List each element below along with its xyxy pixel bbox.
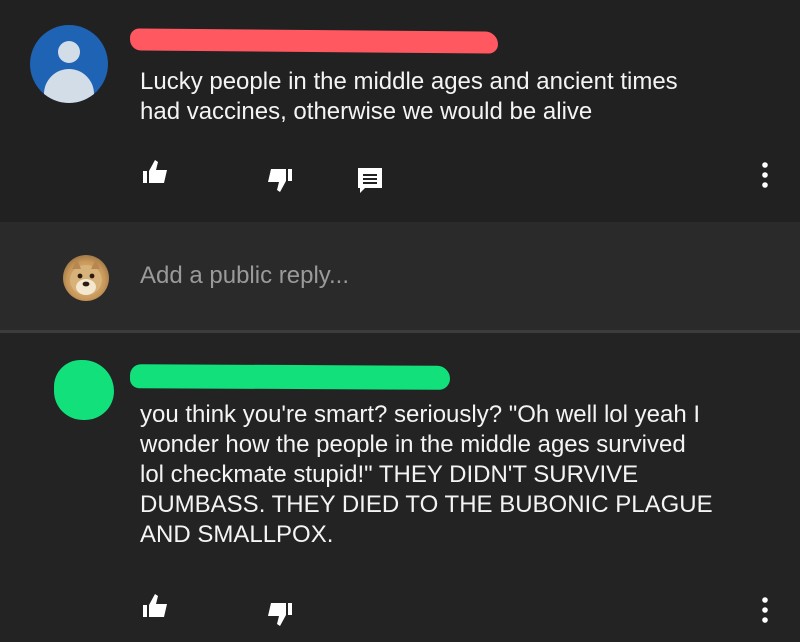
redacted-username (129, 364, 451, 390)
reply-icon[interactable] (355, 165, 385, 195)
dislike-icon[interactable] (265, 599, 295, 629)
like-icon[interactable] (140, 591, 170, 621)
avatar-head (58, 41, 80, 63)
user-avatar[interactable] (63, 255, 109, 301)
comment-reply: you think you're smart? seriously? "Oh w… (0, 333, 800, 642)
redacted-avatar[interactable] (54, 360, 114, 420)
dislike-icon[interactable] (265, 165, 295, 195)
reply-input[interactable]: Add a public reply... (140, 262, 349, 290)
like-icon[interactable] (140, 157, 170, 187)
avatar-body (44, 69, 94, 103)
more-options-icon[interactable] (750, 160, 780, 190)
default-avatar[interactable] (30, 25, 108, 103)
redacted-username (129, 28, 499, 54)
reply-input-bar: Add a public reply... (0, 222, 800, 330)
more-options-icon[interactable] (750, 595, 780, 625)
comment-main: Lucky people in the middle ages and anci… (0, 0, 800, 222)
comment-text: Lucky people in the middle ages and anci… (140, 68, 678, 125)
comment-text: you think you're smart? seriously? "Oh w… (140, 401, 713, 548)
comment-thread-screen: Lucky people in the middle ages and anci… (0, 0, 800, 642)
